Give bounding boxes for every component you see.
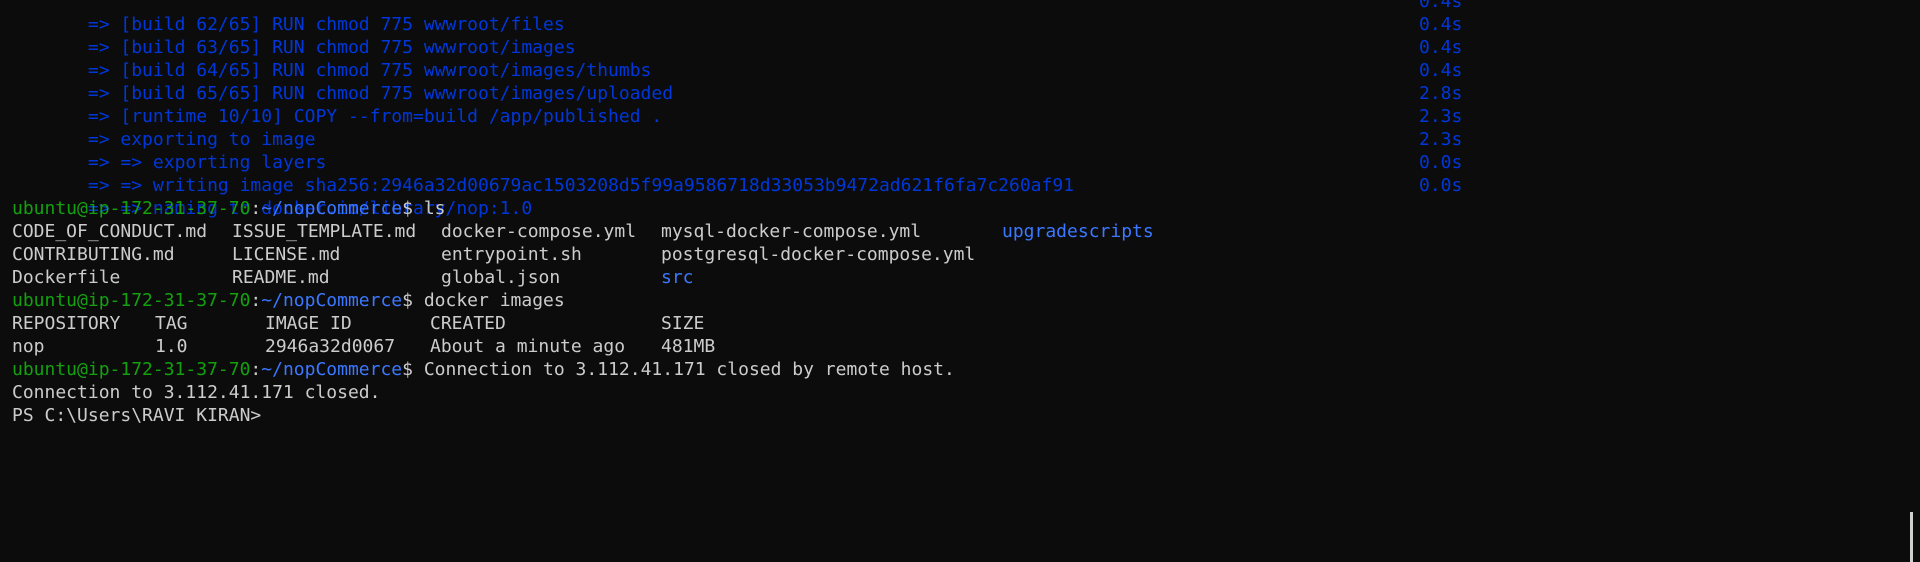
column-header-tag: TAG <box>155 313 188 334</box>
build-step-time: 0.4s <box>1419 0 1463 12</box>
prompt-user-host: ubuntu@ip-172-31-37-70 <box>12 198 251 219</box>
file-entry: README.md <box>232 267 330 288</box>
file-entry: ISSUE_TEMPLATE.md <box>232 221 417 242</box>
column-header-repository: REPOSITORY <box>12 313 121 334</box>
prompt-colon: : <box>250 198 262 219</box>
file-entry: CODE_OF_CONDUCT.md <box>12 221 208 242</box>
command-text: docker images <box>413 290 565 311</box>
ls-output-row: Dockerfile README.md global.json src <box>12 266 1920 289</box>
terminal-output: => [build 62/65] RUN chmod 775 wwwroot/f… <box>12 0 1920 427</box>
build-step-time: 2.3s <box>1419 129 1463 150</box>
file-entry: docker-compose.yml <box>441 221 637 242</box>
shell-prompt-line: ubuntu@ip-172-31-37-70:~/nopCommerce$ ls <box>12 197 1920 220</box>
prompt-colon: : <box>250 290 262 311</box>
prompt-path: ~/nopCommerce <box>261 290 403 311</box>
build-step-time: 0.0s <box>1419 175 1463 196</box>
directory-entry: src <box>661 267 694 288</box>
file-entry: global.json <box>441 267 561 288</box>
build-log-line: => [build 65/65] RUN chmod 775 wwwroot/i… <box>12 59 1920 104</box>
prompt-symbol: $ <box>402 290 413 311</box>
build-log-line: => [build 63/65] RUN chmod 775 wwwroot/i… <box>12 13 1920 58</box>
prompt-symbol: $ <box>402 359 413 380</box>
cell-repository: nop <box>12 336 45 357</box>
cell-created: About a minute ago <box>430 336 626 357</box>
images-table-header: REPOSITORY TAG IMAGE ID CREATED SIZE <box>12 312 1920 335</box>
file-entry: entrypoint.sh <box>441 244 582 265</box>
file-entry: LICENSE.md <box>232 244 341 265</box>
column-header-size: SIZE <box>661 313 705 334</box>
build-step-time: 0.4s <box>1419 14 1463 35</box>
build-step-time: 2.3s <box>1419 106 1463 127</box>
build-log-line: => [build 64/65] RUN chmod 775 wwwroot/i… <box>12 36 1920 81</box>
powershell-prompt: PS C:\Users\RAVI KIRAN> <box>12 405 262 426</box>
build-step-time: 0.4s <box>1419 60 1463 81</box>
prompt-path: ~/nopCommerce <box>261 359 403 380</box>
file-entry: CONTRIBUTING.md <box>12 244 175 265</box>
prompt-user-host: ubuntu@ip-172-31-37-70 <box>12 290 251 311</box>
file-entry: mysql-docker-compose.yml <box>661 221 922 242</box>
build-log-line: => [runtime 10/10] COPY --from=build /ap… <box>12 82 1920 127</box>
cell-tag: 1.0 <box>155 336 188 357</box>
prompt-colon: : <box>250 359 262 380</box>
cell-size: 481MB <box>661 336 716 357</box>
build-step-time: 0.0s <box>1419 152 1463 173</box>
file-entry: Dockerfile <box>12 267 121 288</box>
build-log-line: => => exporting layers 2.3s <box>12 128 1920 173</box>
closing-message-line: Connection to 3.112.41.171 closed. <box>12 381 1920 404</box>
closing-message: Connection to 3.112.41.171 closed. <box>12 382 381 403</box>
cell-image-id: 2946a32d0067 <box>265 336 396 357</box>
build-step-time: 2.8s <box>1419 83 1463 104</box>
shell-prompt-line: ubuntu@ip-172-31-37-70:~/nopCommerce$ Co… <box>12 358 1920 381</box>
build-log-line: => exporting to image 2.3s <box>12 105 1920 150</box>
directory-entry: upgradescripts <box>1002 221 1154 242</box>
build-log-line: => => writing image sha256:2946a32d00679… <box>12 151 1920 196</box>
command-text: ls <box>413 198 446 219</box>
shell-prompt-line: ubuntu@ip-172-31-37-70:~/nopCommerce$ do… <box>12 289 1920 312</box>
build-log-line: => => naming to docker.io/library/nop:1.… <box>12 174 1920 219</box>
file-entry: postgresql-docker-compose.yml <box>661 244 976 265</box>
scrollbar-thumb[interactable] <box>1910 512 1913 562</box>
ls-output-row: CONTRIBUTING.md LICENSE.md entrypoint.sh… <box>12 243 1920 266</box>
terminal-window[interactable]: => [build 62/65] RUN chmod 775 wwwroot/f… <box>0 0 1920 562</box>
build-log-line: => [build 62/65] RUN chmod 775 wwwroot/f… <box>12 0 1920 35</box>
column-header-image-id: IMAGE ID <box>265 313 352 334</box>
images-table-row: nop 1.0 2946a32d0067 About a minute ago … <box>12 335 1920 358</box>
connection-closed-message: Connection to 3.112.41.171 closed by rem… <box>413 359 955 380</box>
build-step-time: 0.4s <box>1419 37 1463 58</box>
column-header-created: CREATED <box>430 313 506 334</box>
powershell-prompt-line[interactable]: PS C:\Users\RAVI KIRAN> <box>12 404 1920 427</box>
prompt-user-host: ubuntu@ip-172-31-37-70 <box>12 359 251 380</box>
ls-output-row: CODE_OF_CONDUCT.md ISSUE_TEMPLATE.md doc… <box>12 220 1920 243</box>
prompt-symbol: $ <box>402 198 413 219</box>
prompt-path: ~/nopCommerce <box>261 198 403 219</box>
